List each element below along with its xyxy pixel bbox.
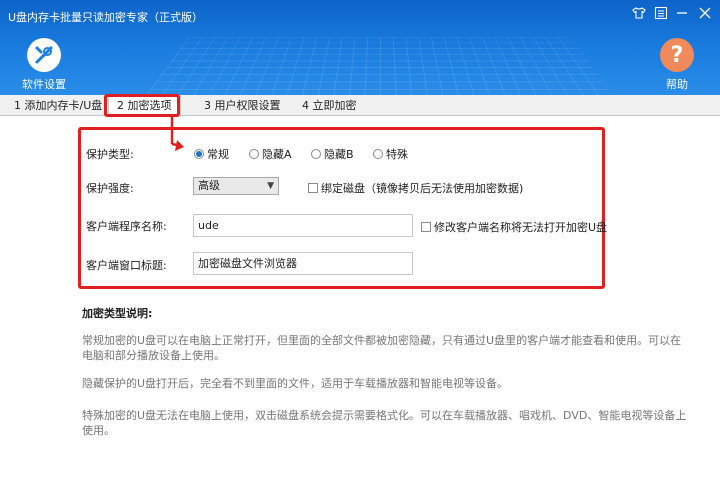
client-name-input[interactable]: ude [193, 214, 413, 237]
radio-hidden-a-label: 隐藏A [262, 148, 292, 161]
protect-strength-label: 保护强度: [86, 182, 134, 195]
protect-type-label: 保护类型: [86, 148, 134, 161]
question-icon: ? [660, 38, 694, 72]
tab-user-permissions[interactable]: 3 用户权限设置 [196, 97, 289, 116]
settings-label: 软件设置 [22, 78, 66, 91]
description-title: 加密类型说明: [82, 307, 153, 320]
window-title-input[interactable]: 加密磁盘文件浏览器 [193, 252, 413, 275]
modify-client-box[interactable] [421, 222, 431, 232]
window-title-label: 客户端窗口标题: [86, 259, 167, 272]
help-button[interactable]: ? 帮助 [647, 38, 707, 92]
bind-disk-checkbox[interactable]: 绑定磁盘（镜像拷贝后无法使用加密数据) [308, 180, 523, 196]
window-title: U盘内存卡批量只读加密专家（正式版） [8, 11, 204, 24]
radio-special-label: 特殊 [386, 148, 408, 161]
radio-hidden-b-dot[interactable] [311, 149, 321, 159]
chevron-down-icon: ▼ [267, 181, 274, 191]
radio-hidden-b-label: 隐藏B [324, 148, 354, 161]
tab-encrypt-now[interactable]: 4 立即加密 [294, 97, 365, 116]
app-header: U盘内存卡批量只读加密专家（正式版） 软件设置 ? 帮助 [0, 0, 720, 95]
settings-button[interactable]: 软件设置 [14, 38, 74, 92]
modify-client-checkbox[interactable]: 修改客户端名称将无法打开加密U盘 [421, 219, 607, 235]
close-icon[interactable] [696, 6, 714, 24]
radio-hidden-b[interactable]: 隐藏B [311, 146, 354, 162]
client-name-label: 客户端程序名称: [86, 220, 167, 233]
bind-disk-box[interactable] [308, 183, 318, 193]
description-normal: 常规加密的U盘可以在电脑上正常打开，但里面的全部文件都被加密隐藏，只有通过U盘里… [82, 334, 682, 362]
protect-strength-select[interactable]: 高级 ▼ [193, 177, 279, 195]
protect-strength-value: 高级 [198, 179, 220, 192]
wrench-icon [27, 38, 61, 72]
radio-normal-label: 常规 [207, 148, 229, 161]
tab-add-card[interactable]: 1 添加内存卡/U盘 [6, 97, 110, 116]
radio-hidden-a-dot[interactable] [249, 149, 259, 159]
radio-normal-dot[interactable] [194, 149, 204, 159]
radio-special-dot[interactable] [373, 149, 383, 159]
help-label: 帮助 [666, 78, 688, 91]
header-decoration [146, 36, 614, 95]
radio-special[interactable]: 特殊 [373, 146, 408, 162]
menu-icon[interactable] [652, 6, 670, 24]
skin-icon[interactable] [630, 6, 648, 24]
minimize-icon[interactable] [673, 6, 691, 24]
description-special: 特殊加密的U盘无法在电脑上使用，双击磁盘系统会提示需要格式化。可以在车载播放器、… [82, 409, 687, 437]
description-hidden: 隐藏保护的U盘打开后，完全看不到里面的文件，适用于车载播放器和智能电视等设备。 [82, 377, 509, 390]
modify-client-label: 修改客户端名称将无法打开加密U盘 [434, 221, 608, 234]
radio-normal[interactable]: 常规 [194, 146, 229, 162]
radio-hidden-a[interactable]: 隐藏A [249, 146, 292, 162]
bind-disk-label: 绑定磁盘（镜像拷贝后无法使用加密数据) [321, 182, 524, 195]
